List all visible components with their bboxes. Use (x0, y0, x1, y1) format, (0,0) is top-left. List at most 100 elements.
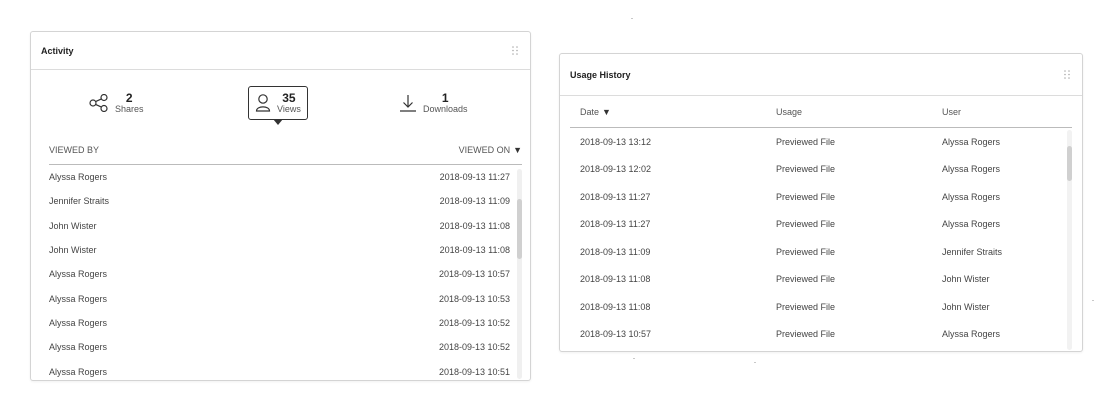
user-column[interactable]: User (942, 107, 1062, 117)
usage-row[interactable]: 2018-09-13 11:09 Previewed File Jennifer S… (570, 238, 1072, 266)
usage-title: Usage History (570, 69, 631, 80)
usage-list: 2018-09-13 13:12 Previewed File Alyssa Rog… (560, 128, 1082, 350)
usage-row[interactable]: 2018-09-13 11:08 Previewed File John Wiste… (570, 266, 1072, 294)
downloads-count: 1 (441, 91, 449, 105)
usage-history-panel: Usage History Date ▼ Usage User 2018-09-… (559, 53, 1083, 352)
date-column[interactable]: Date ▼ (570, 107, 776, 117)
usage-scrollbar-thumb[interactable] (1067, 146, 1072, 181)
shares-label: Shares (115, 104, 144, 114)
usage-row[interactable]: 2018-09-13 13:12 Previewed File Alyssa Rog… (570, 128, 1072, 156)
activity-scrollbar[interactable] (517, 169, 522, 379)
usage-row[interactable]: 2018-09-13 11:27 Previewed File Alyssa Rog… (570, 183, 1072, 211)
viewed-by-column[interactable]: VIEWED BY (49, 145, 99, 155)
usage-user: Alyssa Rogers (942, 164, 1001, 175)
usage-user: Alyssa Rogers (942, 219, 1001, 230)
usage-action: Previewed File (776, 329, 836, 340)
usage-date: 2018-09-13 11:09 (580, 246, 651, 257)
usage-scrollbar[interactable] (1067, 130, 1072, 350)
usage-date: 2018-09-13 10:57 (580, 329, 652, 340)
activity-row[interactable]: Alyssa Rogers 2018-09-13 10:51 (49, 359, 522, 380)
viewed-on-column[interactable]: VIEWED ON ▼ (459, 145, 522, 155)
usage-column-header: Date ▼ Usage User (570, 96, 1072, 128)
activity-title: Activity (41, 45, 74, 56)
activity-row[interactable]: Alyssa Rogers 2018-09-13 11:27 (49, 165, 522, 189)
shares-stat[interactable]: 2 Shares (89, 86, 144, 120)
viewer-name: Jennifer Straits (49, 196, 110, 207)
activity-row[interactable]: Alyssa Rogers 2018-09-13 10:52 (49, 311, 522, 335)
viewed-time: 2018-09-13 11:27 (439, 172, 510, 183)
usage-column[interactable]: Usage (776, 107, 942, 117)
viewed-time: 2018-09-13 10:57 (438, 269, 510, 280)
usage-action: Previewed File (776, 219, 836, 230)
usage-action: Previewed File (776, 274, 836, 285)
sort-desc-icon: ▼ (513, 144, 522, 155)
views-count: 35 (282, 91, 296, 105)
views-label: Views (277, 104, 301, 114)
activity-list: Alyssa Rogers 2018-09-13 11:27 Jennifer St… (49, 165, 522, 380)
usage-user: Alyssa Rogers (942, 329, 1001, 340)
activity-column-header: VIEWED BY VIEWED ON ▼ (49, 135, 522, 165)
background-speck (631, 18, 633, 19)
viewed-time: 2018-09-13 10:52 (438, 317, 510, 328)
background-speck (754, 362, 756, 363)
usage-action: Previewed File (776, 191, 836, 202)
usage-action: Previewed File (776, 246, 836, 257)
viewed-time: 2018-09-13 11:08 (439, 220, 510, 231)
downloads-label: Downloads (423, 104, 468, 114)
background-speck (633, 358, 635, 359)
viewer-name: Alyssa Rogers (49, 366, 108, 377)
download-icon (400, 95, 416, 112)
viewer-name: John Wister (49, 220, 97, 231)
viewed-time: 2018-09-13 11:09 (439, 196, 510, 207)
usage-user: John Wister (942, 274, 990, 285)
share-icon (89, 94, 108, 112)
sort-desc-icon: ▼ (602, 106, 611, 117)
usage-row[interactable]: 2018-09-13 12:02 Previewed File Alyssa Rog… (570, 156, 1072, 184)
background-speck (1092, 300, 1094, 301)
views-stat[interactable]: 35 Views (248, 86, 308, 125)
activity-row[interactable]: Jennifer Straits 2018-09-13 11:09 (49, 189, 522, 213)
activity-row[interactable]: John Wister 2018-09-13 11:08 (49, 214, 522, 238)
viewer-name: John Wister (49, 245, 97, 256)
usage-row[interactable]: 2018-09-13 10:57 Previewed File Alyssa Rog… (570, 321, 1072, 349)
usage-user: John Wister (942, 301, 990, 312)
usage-date: 2018-09-13 11:08 (580, 274, 651, 285)
activity-panel: Activity 2 Shares 35 Views 1 Downloads V… (30, 31, 531, 381)
viewer-name: Alyssa Rogers (49, 317, 108, 328)
usage-date: 2018-09-13 11:27 (580, 219, 651, 230)
viewed-time: 2018-09-13 10:52 (438, 342, 510, 353)
usage-date: 2018-09-13 11:08 (580, 301, 651, 312)
activity-row[interactable]: Alyssa Rogers 2018-09-13 10:52 (49, 335, 522, 359)
activity-row[interactable]: Alyssa Rogers 2018-09-13 10:53 (49, 286, 522, 310)
viewer-name: Alyssa Rogers (49, 172, 108, 183)
usage-header: Usage History (560, 54, 1082, 96)
usage-date: 2018-09-13 12:02 (580, 164, 652, 175)
viewed-on-label: VIEWED ON (458, 144, 511, 155)
activity-scrollbar-thumb[interactable] (517, 199, 522, 259)
activity-stats: 2 Shares 35 Views 1 Downloads (31, 70, 530, 135)
downloads-stat[interactable]: 1 Downloads (399, 86, 468, 120)
activity-row[interactable]: John Wister 2018-09-13 11:08 (49, 238, 522, 262)
usage-action: Previewed File (776, 164, 836, 175)
usage-row[interactable]: 2018-09-13 11:27 Previewed File Alyssa Rog… (570, 211, 1072, 239)
usage-action: Previewed File (776, 301, 836, 312)
drag-handle-icon[interactable] (511, 45, 520, 56)
date-column-label: Date (580, 106, 600, 117)
usage-row[interactable]: 2018-09-13 11:08 Previewed File John Wiste… (570, 293, 1072, 321)
usage-date: 2018-09-13 11:27 (580, 191, 651, 202)
usage-user: Jennifer Straits (942, 246, 1003, 257)
activity-row[interactable]: Alyssa Rogers 2018-09-13 10:57 (49, 262, 522, 286)
activity-header: Activity (31, 32, 530, 70)
viewed-time: 2018-09-13 10:51 (438, 366, 510, 377)
viewed-time: 2018-09-13 10:53 (438, 293, 510, 304)
viewed-time: 2018-09-13 11:08 (439, 245, 510, 256)
shares-count: 2 (125, 91, 133, 105)
usage-user: Alyssa Rogers (942, 191, 1001, 202)
usage-date: 2018-09-13 13:12 (580, 136, 652, 147)
viewer-name: Alyssa Rogers (49, 293, 108, 304)
drag-handle-icon[interactable] (1063, 69, 1072, 80)
viewer-name: Alyssa Rogers (49, 269, 108, 280)
usage-action: Previewed File (776, 136, 836, 147)
usage-user: Alyssa Rogers (942, 136, 1001, 147)
user-icon (255, 94, 271, 112)
